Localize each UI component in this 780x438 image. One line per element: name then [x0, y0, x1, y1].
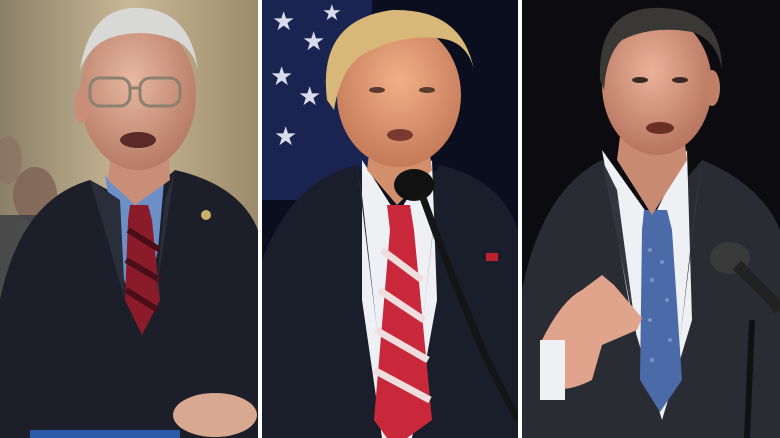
- photo-panel-right: [522, 0, 780, 438]
- hand: [173, 393, 257, 437]
- portrait-right: [522, 0, 780, 438]
- lapel-pin: [201, 210, 211, 220]
- svg-text:★: ★: [274, 122, 297, 152]
- svg-text:★: ★: [298, 82, 321, 112]
- svg-text:★: ★: [270, 62, 293, 92]
- svg-text:★: ★: [272, 7, 295, 37]
- flag-pin: [486, 253, 498, 261]
- podium: [30, 430, 180, 438]
- microphone: [394, 169, 434, 201]
- photo-panel-center: ★ ★ ★ ★ ★ ★: [262, 0, 518, 438]
- photo-collage: ★ ★ ★ ★ ★ ★: [0, 0, 780, 438]
- svg-text:★: ★: [302, 27, 325, 57]
- svg-text:★: ★: [322, 1, 342, 26]
- portrait-left: [0, 0, 258, 438]
- photo-panel-left: [0, 0, 258, 438]
- portrait-center: ★ ★ ★ ★ ★ ★: [262, 0, 518, 438]
